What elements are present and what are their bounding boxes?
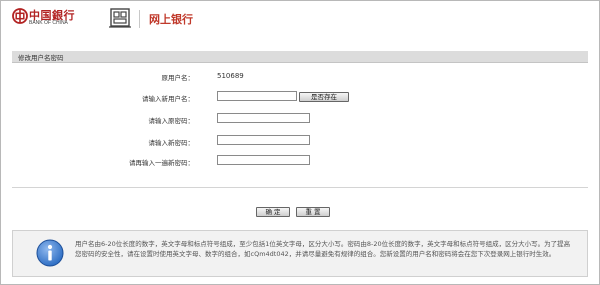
- logo-subtitle: BANK OF CHINA: [29, 20, 68, 26]
- change-credentials-form: 原用户名： 510689 请输入新用户名： 是否存在 请输入原密码： 请输入新密…: [12, 63, 588, 188]
- section-title: 修改用户名密码: [18, 54, 64, 62]
- new-password-label: 请输入新密码：: [148, 139, 195, 147]
- site-title: 网上银行: [149, 13, 193, 26]
- tips-panel: 用户名由6-20位长度的数字，英文字母和标点符号组成，至少包括1位英文字母，区分…: [12, 230, 588, 277]
- confirm-password-label: 请再输入一遍新密码：: [129, 159, 194, 167]
- check-username-button[interactable]: 是否存在: [299, 92, 349, 102]
- confirm-password-input[interactable]: [217, 155, 310, 165]
- new-username-label: 请输入新用户名：: [142, 95, 194, 103]
- old-password-input[interactable]: [217, 113, 310, 123]
- confirm-button[interactable]: 确 定: [256, 207, 290, 217]
- header-divider: [139, 10, 140, 28]
- current-username-value: 510689: [217, 72, 244, 80]
- current-username-label: 原用户名：: [161, 74, 195, 82]
- old-password-label: 请输入原密码：: [148, 117, 195, 125]
- section-header: 修改用户名密码: [12, 51, 588, 63]
- boc-emblem-icon: [12, 8, 28, 24]
- info-icon: [36, 239, 64, 267]
- bank-building-logo-icon: [109, 8, 131, 28]
- tip-text: 用户名由6-20位长度的数字，英文字母和标点符号组成，至少包括1位英文字母，区分…: [75, 240, 571, 258]
- bank-logo[interactable]: 中国銀行 BANK OF CHINA: [12, 7, 82, 31]
- new-username-input[interactable]: [217, 91, 297, 101]
- header: 中国銀行 BANK OF CHINA 网上银行: [0, 0, 600, 37]
- reset-button[interactable]: 重 置: [296, 207, 330, 217]
- new-password-input[interactable]: [217, 135, 310, 145]
